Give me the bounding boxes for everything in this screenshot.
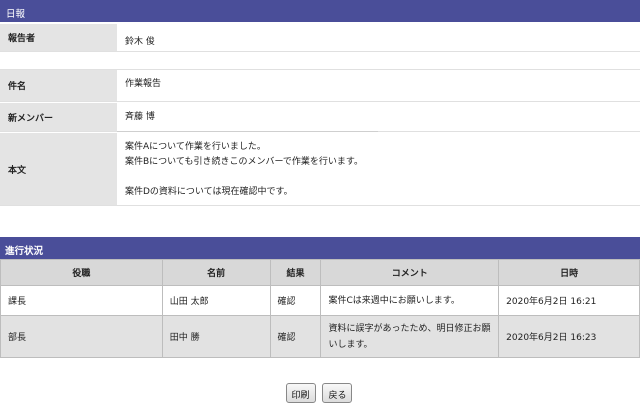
table-row: 部長 田中 勝 確認 資料に誤字があったため、明日修正お願いします。 2020年… xyxy=(0,315,640,358)
role-cell: 部長 xyxy=(0,315,163,358)
body-row: 本文 案件Aについて作業を行いました。 案件Bについても引き続きこのメンバーで作… xyxy=(0,133,640,206)
datetime-cell: 2020年6月2日 16:23 xyxy=(498,315,640,358)
new-member-row: 新メンバー 斉藤 博 xyxy=(0,103,640,132)
datetime-cell: 2020年6月2日 16:21 xyxy=(498,285,640,316)
progress-section-header: 進行状況 xyxy=(0,237,640,259)
result-cell: 確認 xyxy=(269,285,322,316)
body-line: 案件Bについても引き続きこのメンバーで作業を行います。 xyxy=(125,157,364,167)
action-buttons: 印刷 戻る xyxy=(0,383,640,403)
new-member-value: 斉藤 博 xyxy=(117,103,640,131)
body-line: 案件Aについて作業を行いました。 xyxy=(125,142,266,152)
progress-table: 役職 名前 結果 コメント 日時 課長 山田 太郎 確認 案件Cは来週中にお願い… xyxy=(0,259,640,358)
column-header-role: 役職 xyxy=(0,259,163,286)
column-header-name: 名前 xyxy=(161,259,271,286)
body-line xyxy=(125,170,640,185)
result-cell: 確認 xyxy=(269,315,322,358)
subject-row: 件名 作業報告 xyxy=(0,69,640,102)
column-header-comment: コメント xyxy=(320,259,500,286)
name-cell: 田中 勝 xyxy=(161,315,271,358)
reporter-row: 報告者 鈴木 俊 xyxy=(0,24,640,52)
body-label: 本文 xyxy=(0,133,117,205)
name-cell: 山田 太郎 xyxy=(161,285,271,316)
reporter-label: 報告者 xyxy=(0,24,117,51)
new-member-label: 新メンバー xyxy=(0,103,117,131)
subject-label: 件名 xyxy=(0,70,117,101)
body-text: 案件Aについて作業を行いました。 案件Bについても引き続きこのメンバーで作業を行… xyxy=(117,133,640,205)
subject-value: 作業報告 xyxy=(117,70,640,101)
column-header-result: 結果 xyxy=(269,259,322,286)
column-header-datetime: 日時 xyxy=(498,259,640,286)
back-button[interactable]: 戻る xyxy=(322,383,353,403)
progress-header-row: 役職 名前 結果 コメント 日時 xyxy=(0,259,640,286)
member-divider xyxy=(117,131,378,132)
print-button[interactable]: 印刷 xyxy=(285,383,316,403)
header-title: 日報 xyxy=(6,9,26,20)
table-row: 課長 山田 太郎 確認 案件Cは来週中にお願いします。 2020年6月2日 16… xyxy=(0,285,640,316)
reporter-value: 鈴木 俊 xyxy=(117,24,640,51)
progress-title: 進行状況 xyxy=(5,246,44,257)
role-cell: 課長 xyxy=(0,285,163,316)
comment-cell: 資料に誤字があったため、明日修正お願いします。 xyxy=(320,315,500,358)
daily-report-header: 日報 xyxy=(0,0,640,22)
comment-cell: 案件Cは来週中にお願いします。 xyxy=(320,285,500,316)
body-line: 案件Dの資料については現在確認中です。 xyxy=(125,187,293,197)
